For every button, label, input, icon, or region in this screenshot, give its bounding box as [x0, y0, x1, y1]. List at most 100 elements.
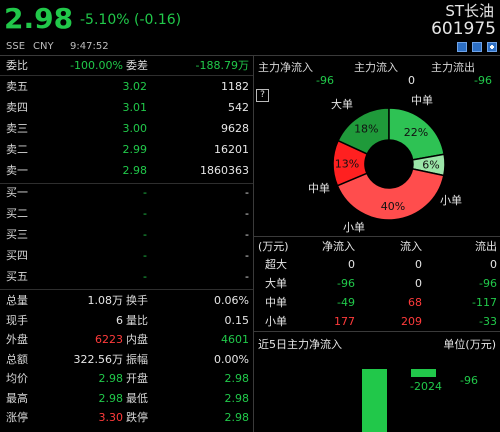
bid-price: -: [143, 186, 147, 199]
ask-volume: 9628: [221, 122, 249, 135]
flow-row-in: 0: [415, 258, 422, 271]
ask-level-label: 卖四: [6, 101, 28, 114]
flow-row-in: 0: [415, 277, 422, 290]
ask-price: 3.00: [122, 122, 148, 135]
stat-value: 2.98: [224, 372, 250, 385]
flow-row-net: 0: [348, 258, 355, 271]
stat-label: 总额: [6, 352, 28, 366]
flow-table-row: 大单 -96 0 -96: [0, 275, 500, 293]
stock-code: 601975: [431, 19, 496, 39]
stat-value: 322.56万: [73, 352, 124, 366]
stat-row: 最高 2.98 最低 2.98: [0, 390, 253, 408]
order-diff-value: -188.79万: [195, 59, 249, 72]
flow-row-in: 209: [401, 315, 422, 328]
stat-row: 均价 2.98 开盘 2.98: [0, 370, 253, 388]
donut-segment: [411, 153, 446, 177]
flow-row-net: -96: [337, 277, 355, 290]
stat-label: 最高: [6, 391, 28, 405]
stat-label: 最低: [126, 391, 148, 405]
flow-row-out: -96: [479, 277, 497, 290]
bid-price: -: [143, 207, 147, 220]
stat-value: 6223: [95, 333, 123, 346]
donut-segment-label: 6%: [422, 159, 439, 172]
stat-label: 开盘: [126, 372, 148, 385]
bid-row[interactable]: 买一 - -: [0, 184, 253, 202]
currency-label: CNY: [33, 41, 54, 52]
five-day-unit: 单位(万元): [443, 338, 496, 351]
price-change: -5.10% (-0.16): [80, 12, 182, 28]
bid-level-label: 买二: [6, 207, 28, 220]
ask-price: 3.02: [122, 80, 148, 93]
flow-row-out: 0: [490, 258, 497, 271]
ask-row[interactable]: 卖一 2.98 1860363: [0, 162, 253, 180]
order-ratio-value: -100.00%: [70, 59, 123, 72]
flow-row-name: 超大: [265, 258, 287, 271]
order-ratio-row: 委比 -100.00% 委差 -188.79万: [0, 57, 253, 75]
stat-value: 2.98: [98, 391, 124, 405]
ask-level-label: 卖二: [6, 143, 28, 156]
donut-segment: [336, 168, 445, 221]
stat-value: 2.98: [224, 411, 250, 424]
stat-label: 跌停: [126, 411, 148, 424]
donut-label-mid-left: 中单: [308, 182, 330, 195]
stat-value: 3.30: [98, 411, 124, 424]
order-ratio-label: 委比: [6, 59, 28, 72]
ask-row[interactable]: 卖四 3.01 542: [0, 99, 253, 117]
ask-price: 3.01: [122, 101, 148, 114]
order-diff-label: 委差: [126, 59, 148, 72]
five-day-title: 近5日主力净流入: [258, 338, 342, 351]
ask-price: 2.98: [122, 164, 148, 177]
ask-level-label: 卖五: [6, 80, 28, 93]
donut-label-small-left: 小单: [343, 221, 365, 234]
donut-label-big-left: 大单: [331, 98, 353, 111]
five-day-bar-1-value: -2024: [410, 380, 442, 393]
donut-segment: [337, 107, 390, 156]
stat-value: 2.98: [224, 391, 250, 405]
ask-volume: 1182: [221, 80, 249, 93]
donut-label-mid-right: 中单: [411, 94, 433, 107]
flow-table-header: (万元) 净流入 流入 流出: [0, 238, 500, 256]
flow-header-out: 流出: [475, 240, 497, 253]
stat-label: 均价: [6, 372, 28, 385]
flow-header-in: 流入: [400, 240, 422, 253]
edit-icon[interactable]: [457, 42, 467, 52]
ask-row[interactable]: 卖三 3.00 9628: [0, 120, 253, 138]
flow-row-net: -49: [337, 296, 355, 309]
stock-name: ST长油: [445, 2, 494, 20]
flow-table-row: 超大 0 0 0: [0, 256, 500, 274]
ask-volume: 542: [228, 101, 249, 114]
flow-row-net: 177: [334, 315, 355, 328]
ask-volume: 1860363: [200, 164, 249, 177]
flow-header-unit: (万元): [258, 240, 289, 253]
donut-segment: [332, 139, 369, 187]
bid-row[interactable]: 买二 - -: [0, 205, 253, 223]
stat-row: 外盘 6223 内盘 4601: [0, 331, 253, 349]
ask-row[interactable]: 卖二 2.99 16201: [0, 141, 253, 159]
ask-level-label: 卖三: [6, 122, 28, 135]
update-time: 9:47:52: [70, 41, 109, 52]
add-icon[interactable]: [487, 42, 497, 52]
five-day-bar-1: [362, 369, 387, 432]
stat-value: 4601: [221, 333, 249, 346]
main-inflow-label: 主力流入: [354, 61, 398, 74]
bid-volume: -: [245, 186, 249, 199]
donut-segment-label: 18%: [354, 123, 378, 136]
flow-row-name: 中单: [265, 296, 287, 309]
last-price: 2.98: [4, 2, 74, 35]
document-icon[interactable]: [472, 42, 482, 52]
ask-level-label: 卖一: [6, 164, 28, 177]
stat-row: 总额 322.56万 振幅 0.00%: [0, 351, 253, 369]
exchange-label: SSE: [6, 41, 26, 52]
help-icon[interactable]: ?: [256, 89, 269, 102]
donut-segment-label: 22%: [404, 126, 428, 139]
ask-row[interactable]: 卖五 3.02 1182: [0, 78, 253, 96]
main-outflow-value: -96: [474, 74, 492, 87]
ask-price: 2.99: [122, 143, 148, 156]
flow-header-net: 净流入: [322, 240, 355, 253]
stat-row: 涨停 3.30 跌停 2.98: [0, 409, 253, 427]
stat-value: 2.98: [98, 372, 124, 385]
flow-row-in: 68: [408, 296, 422, 309]
stat-value: 0.00%: [214, 352, 249, 366]
donut-segment: [388, 107, 446, 161]
stat-label: 内盘: [126, 333, 148, 346]
